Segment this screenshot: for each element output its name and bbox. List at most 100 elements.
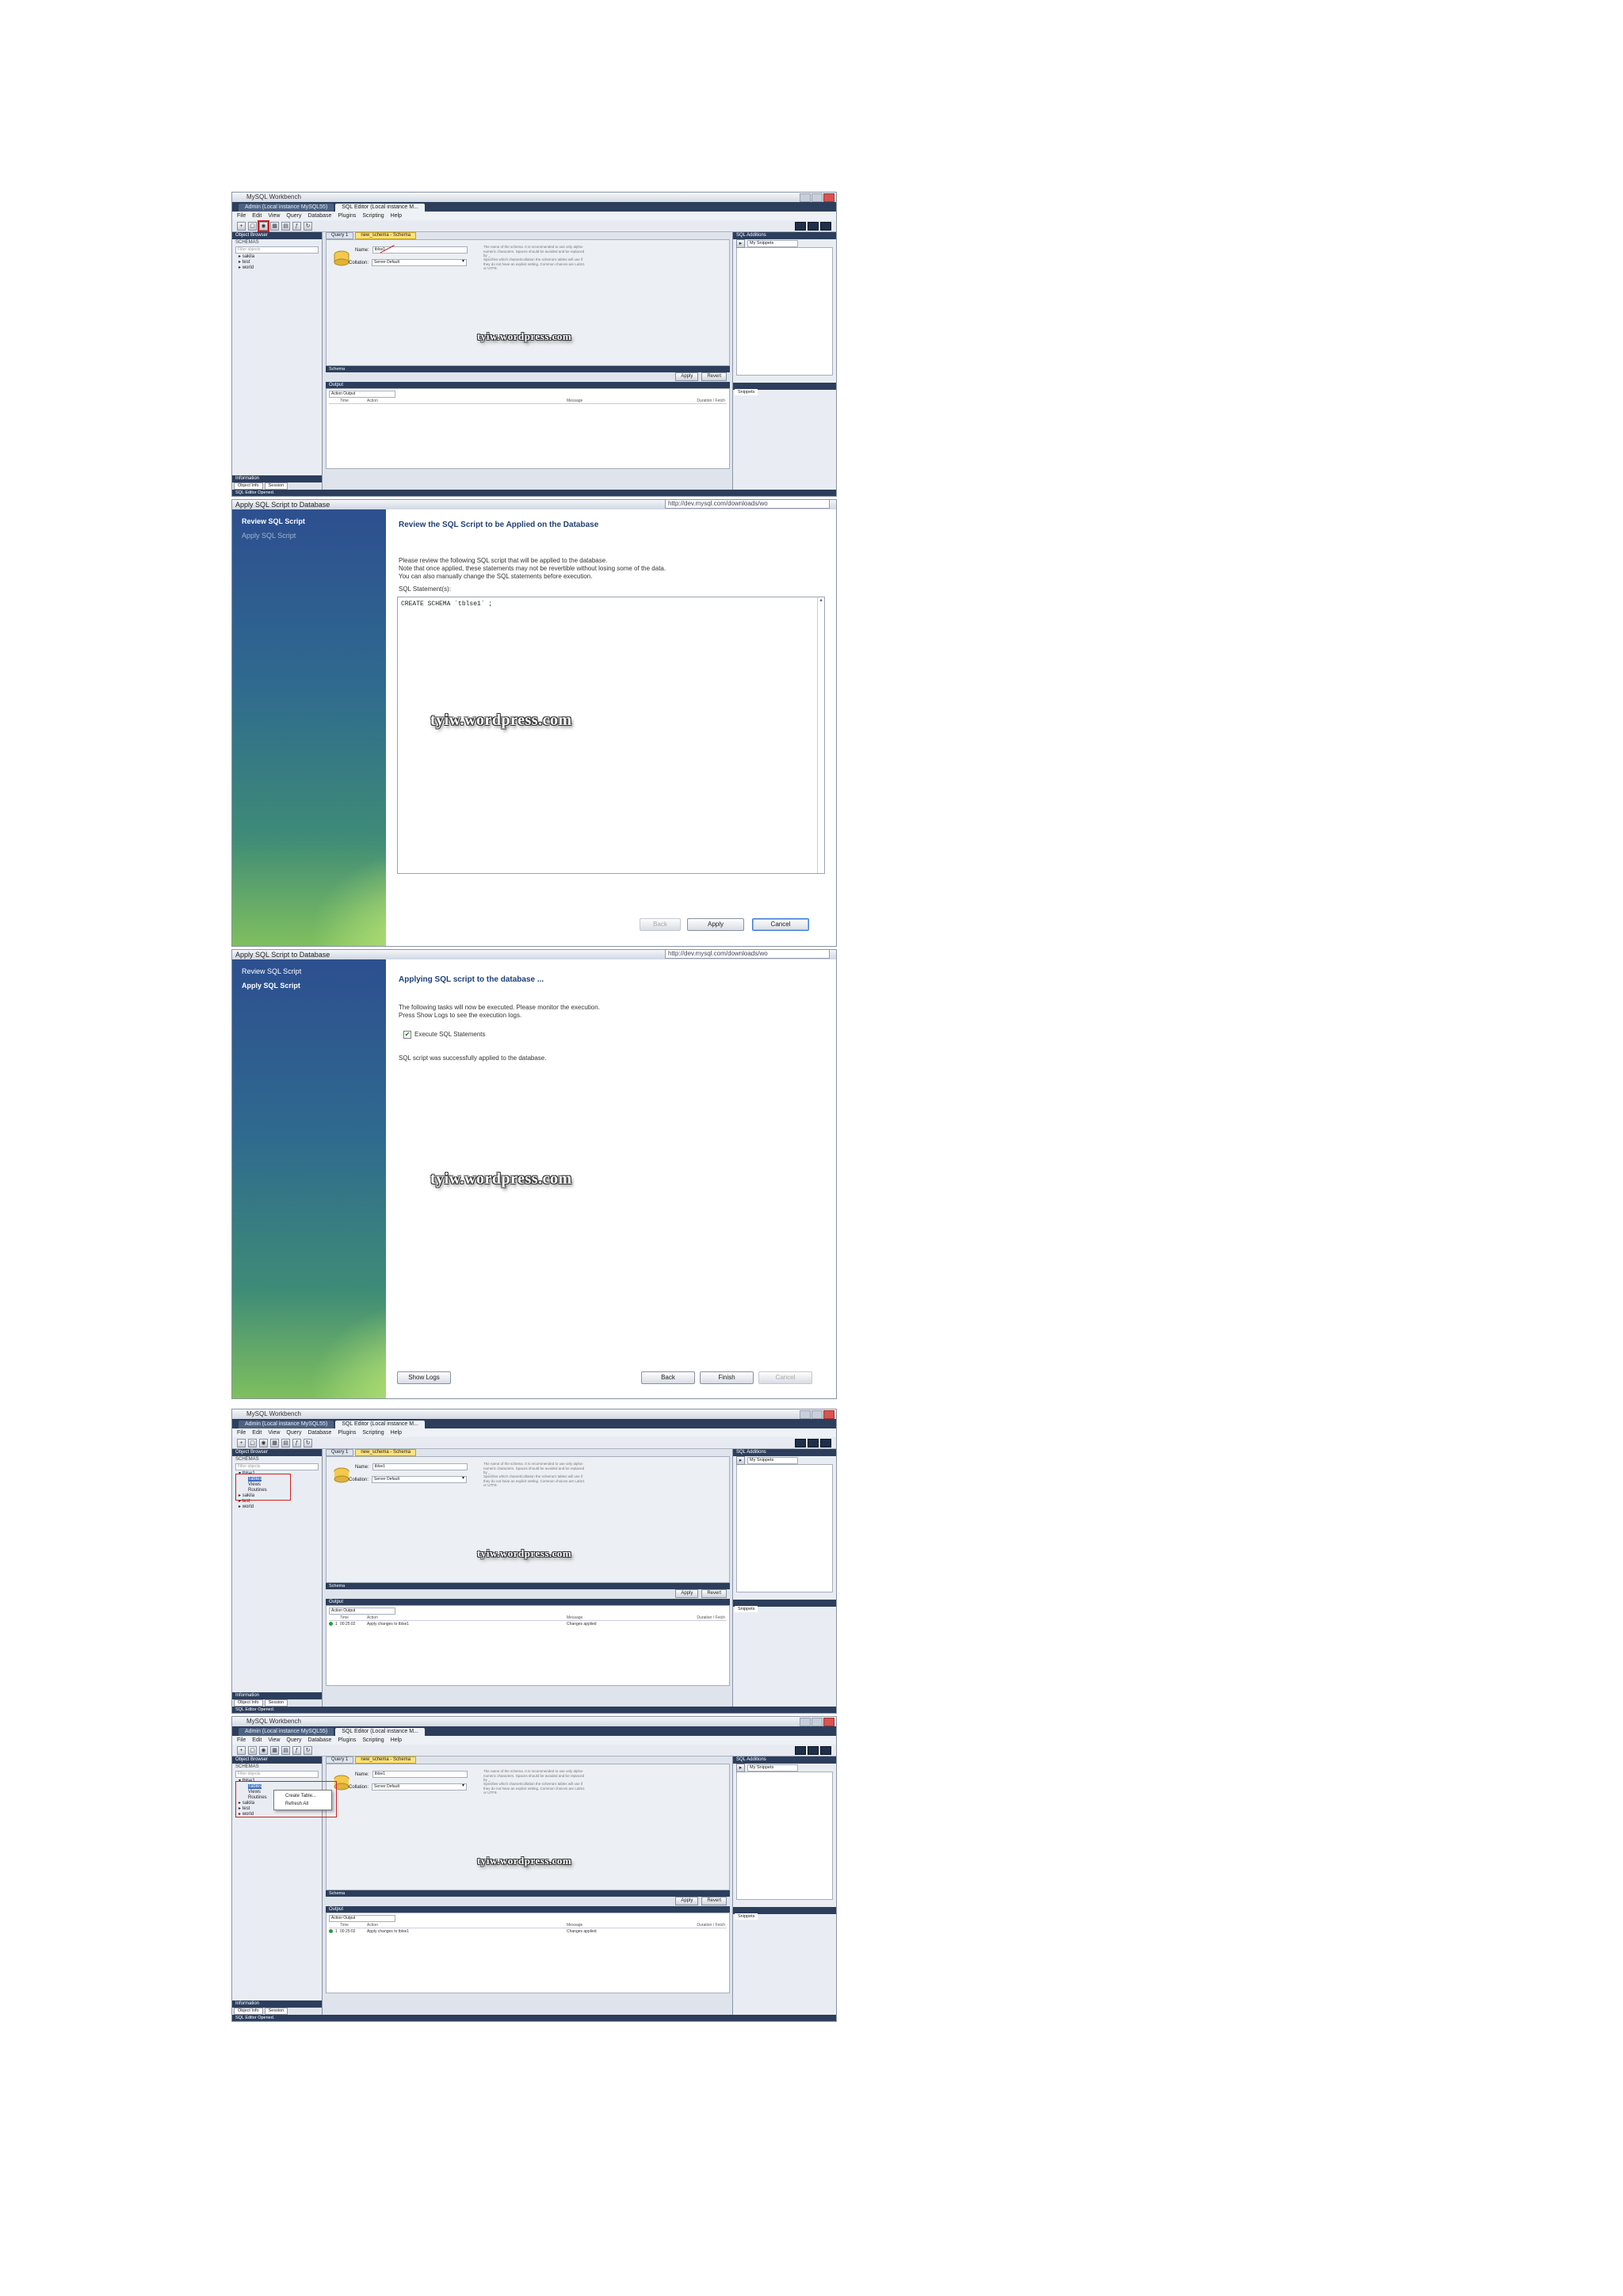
close-button[interactable] [823,193,834,202]
create-routine-icon[interactable]: ƒ [292,1438,301,1447]
tab-snippets[interactable]: Snippets [735,1606,758,1612]
create-table-icon[interactable]: ▦ [270,1745,279,1755]
layout-right-icon[interactable] [820,1746,831,1755]
tree-item-sakila[interactable]: ▸ sakila [232,254,322,260]
menu-file[interactable]: File [237,212,246,220]
menu-file[interactable]: File [237,1736,246,1745]
create-routine-icon[interactable]: ƒ [292,221,301,231]
menu-scripting[interactable]: Scripting [362,212,384,220]
menu-help[interactable]: Help [391,212,402,220]
menu-plugins[interactable]: Plugins [338,1736,356,1745]
create-schema-icon[interactable]: ◉ [259,1438,268,1447]
tab-schema[interactable]: new_schema - Schema [355,1756,417,1764]
menu-database[interactable]: Database [307,1736,331,1745]
tab-sql-editor[interactable]: SQL Editor (Local instance M... [335,1728,425,1736]
apply-button[interactable]: Apply [687,918,744,931]
create-schema-icon[interactable]: ◉ [258,219,269,232]
revert-button[interactable]: Revert [701,1897,727,1905]
revert-button[interactable]: Revert [701,1589,727,1598]
tab-admin[interactable]: Admin (Local instance MySQL55) [239,1421,334,1428]
layout-bottom-icon[interactable] [808,1746,819,1755]
collation-select[interactable]: Server Default [372,1476,468,1483]
menu-view[interactable]: View [268,1428,280,1437]
sql-editor[interactable]: CREATE SCHEMA `tblse1` ; ▲ [397,597,825,874]
menu-help[interactable]: Help [391,1736,402,1745]
layout-right-icon[interactable] [820,1439,831,1447]
snippets-select[interactable]: My Snippets [747,1456,798,1464]
back-button[interactable]: Back [641,1371,695,1384]
minimize-button[interactable] [800,1410,811,1419]
new-sql-tab-icon[interactable]: + [237,221,246,231]
layout-left-icon[interactable] [795,1746,806,1755]
maximize-button[interactable] [812,1410,823,1419]
close-button[interactable] [823,1718,834,1726]
filter-input[interactable]: Filter objects [235,1771,319,1778]
menu-file[interactable]: File [237,1428,246,1437]
menu-view[interactable]: View [268,212,280,220]
tab-sql-editor[interactable]: SQL Editor (Local instance M... [335,1421,425,1428]
create-schema-icon[interactable]: ◉ [259,1745,268,1755]
menu-edit[interactable]: Edit [252,1428,262,1437]
menu-database[interactable]: Database [307,212,331,220]
schema-name-input[interactable]: tblse1 [372,1463,468,1470]
cancel-button[interactable]: Cancel [758,1371,812,1384]
tree-item-test[interactable]: ▸ test [232,260,322,265]
menu-query[interactable]: Query [286,1428,301,1437]
tree-item-world[interactable]: ▸ world [232,265,322,271]
snippet-insert-icon[interactable]: ▸ [736,1455,745,1465]
tab-session[interactable]: Session [264,1699,288,1707]
open-file-icon[interactable]: ▢ [248,221,257,231]
layout-left-icon[interactable] [795,222,806,231]
menu-edit[interactable]: Edit [252,1736,262,1745]
tab-query-1[interactable]: Query 1 [326,1449,354,1456]
menu-help[interactable]: Help [391,1428,402,1437]
menu-view[interactable]: View [268,1736,280,1745]
cancel-button[interactable]: Cancel [752,918,809,931]
open-file-icon[interactable]: ▢ [248,1438,257,1447]
tab-admin[interactable]: Admin (Local instance MySQL55) [239,204,334,212]
reconnect-icon[interactable]: ↻ [304,1438,312,1447]
menu-query[interactable]: Query [286,1736,301,1745]
layout-right-icon[interactable] [820,222,831,231]
tab-object-info[interactable]: Object Info [234,1699,263,1707]
maximize-button[interactable] [812,193,823,202]
tab-admin[interactable]: Admin (Local instance MySQL55) [239,1728,334,1736]
schema-name-input[interactable]: tblse1 [372,1771,468,1778]
output-type-select[interactable]: Action Output [329,1608,395,1615]
new-sql-tab-icon[interactable]: + [237,1438,246,1447]
menu-scripting[interactable]: Scripting [362,1736,384,1745]
revert-button[interactable]: Revert [701,372,727,381]
close-button[interactable] [823,1410,834,1419]
tab-object-info[interactable]: Object Info [234,482,263,490]
create-view-icon[interactable]: ▤ [281,221,290,231]
filter-input[interactable]: Filter objects [235,246,319,254]
apply-button[interactable]: Apply [675,1897,699,1905]
create-view-icon[interactable]: ▤ [281,1745,290,1755]
snippet-insert-icon[interactable]: ▸ [736,1763,745,1772]
menu-plugins[interactable]: Plugins [338,1428,356,1437]
create-view-icon[interactable]: ▤ [281,1438,290,1447]
reconnect-icon[interactable]: ↻ [304,1745,312,1755]
menu-plugins[interactable]: Plugins [338,212,356,220]
tab-sql-editor[interactable]: SQL Editor (Local instance M... [335,204,425,212]
snippets-select[interactable]: My Snippets [747,239,798,247]
snippets-select[interactable]: My Snippets [747,1764,798,1772]
create-routine-icon[interactable]: ƒ [292,1745,301,1755]
tab-snippets[interactable]: Snippets [735,389,758,395]
create-table-icon[interactable]: ▦ [270,221,279,231]
menu-edit[interactable]: Edit [252,212,262,220]
snippet-insert-icon[interactable]: ▸ [736,238,745,248]
create-table-icon[interactable]: ▦ [270,1438,279,1447]
layout-bottom-icon[interactable] [808,222,819,231]
tab-schema[interactable]: new_schema - Schema [355,1449,417,1456]
output-type-select[interactable]: Action Output [329,1915,395,1922]
tree-item-world[interactable]: ▸ world [232,1505,322,1510]
output-type-select[interactable]: Action Output [329,391,395,398]
menu-scripting[interactable]: Scripting [362,1428,384,1437]
reconnect-icon[interactable]: ↻ [304,221,312,231]
apply-button[interactable]: Apply [675,1589,699,1598]
tab-new-schema[interactable]: new_schema - Schema [355,232,417,239]
back-button[interactable]: Back [640,918,681,931]
show-logs-button[interactable]: Show Logs [397,1371,451,1384]
menu-query[interactable]: Query [286,212,301,220]
